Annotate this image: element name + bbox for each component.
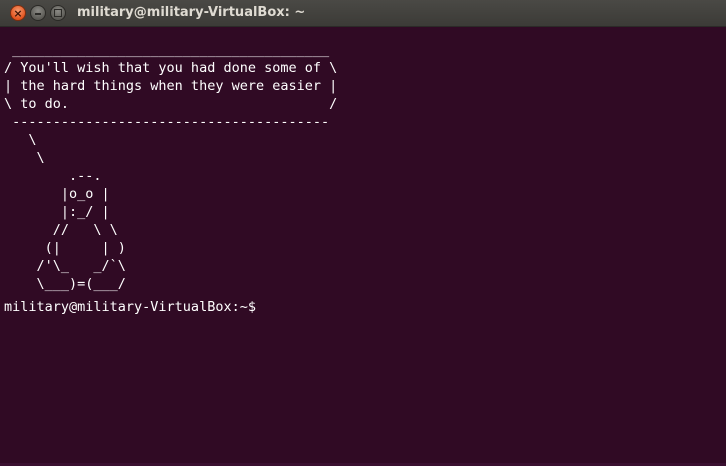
terminal-area[interactable]: _______________________________________ … — [0, 27, 726, 466]
window-title: military@military-VirtualBox: ~ — [77, 5, 306, 20]
text-cursor — [256, 298, 264, 314]
command-line[interactable]: military@military-VirtualBox:~$ — [4, 298, 264, 316]
close-icon: × — [13, 7, 23, 20]
minimize-icon — [35, 13, 41, 15]
maximize-icon — [54, 9, 62, 17]
minimize-button[interactable] — [30, 5, 46, 21]
maximize-button[interactable] — [50, 5, 66, 21]
terminal-window: × military@military-VirtualBox: ~ ______… — [0, 0, 726, 466]
title-bar[interactable]: × military@military-VirtualBox: ~ — [0, 0, 726, 27]
close-button[interactable]: × — [10, 5, 26, 21]
cowsay-output: _______________________________________ … — [4, 42, 338, 292]
shell-prompt: military@military-VirtualBox:~$ — [4, 299, 256, 315]
